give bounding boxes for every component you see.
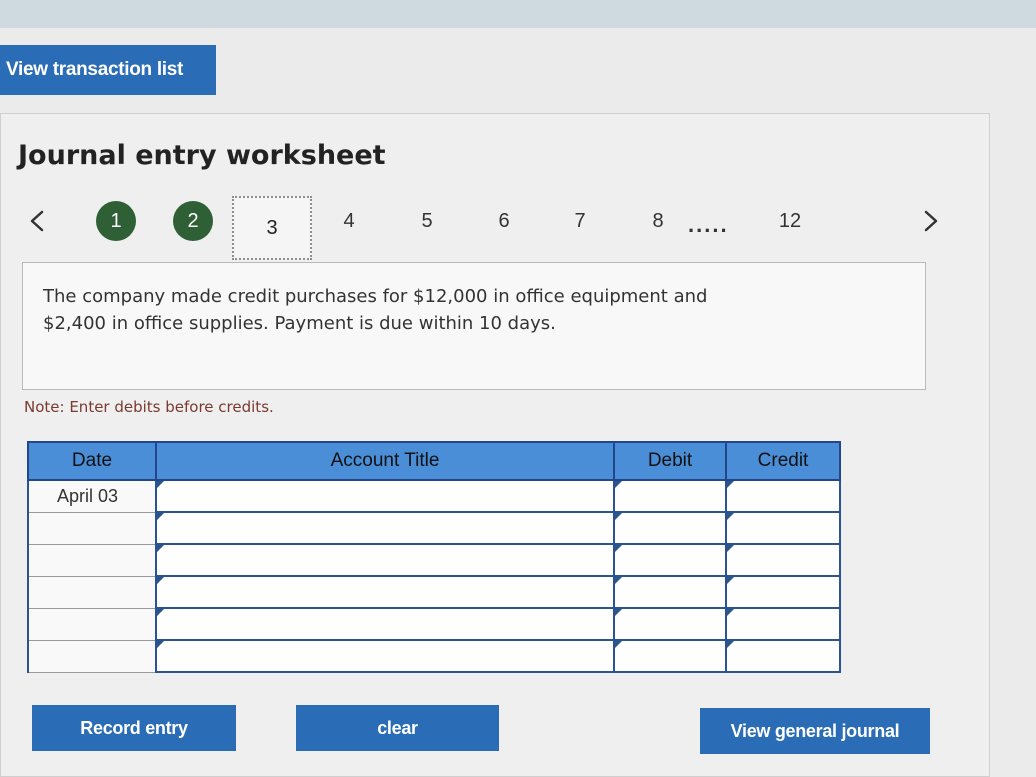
date-cell bbox=[27, 639, 157, 673]
debit-column-header: Debit bbox=[613, 441, 727, 481]
credit-input[interactable] bbox=[727, 609, 839, 639]
debit-input[interactable] bbox=[615, 545, 725, 575]
credit-input[interactable] bbox=[727, 545, 839, 575]
debit-input[interactable] bbox=[615, 481, 725, 511]
account-title-input[interactable] bbox=[157, 481, 613, 511]
clear-button[interactable]: clear bbox=[296, 705, 499, 751]
debit-cell[interactable] bbox=[613, 575, 727, 609]
transaction-description: The company made credit purchases for $1… bbox=[22, 262, 926, 390]
prev-step-button[interactable] bbox=[14, 198, 54, 244]
debit-cell[interactable] bbox=[613, 479, 727, 513]
step-12[interactable]: 12 bbox=[770, 201, 810, 241]
transaction-text-line-2: $2,400 in office supplies. Payment is du… bbox=[43, 313, 556, 334]
account-title-input[interactable] bbox=[157, 513, 613, 543]
chevron-left-icon bbox=[30, 210, 44, 232]
account-title-cell[interactable] bbox=[155, 479, 615, 513]
table-row bbox=[27, 511, 841, 545]
table-row bbox=[27, 575, 841, 609]
account-title-cell[interactable] bbox=[155, 575, 615, 609]
view-transaction-list-button[interactable]: View transaction list bbox=[0, 45, 216, 95]
date-cell bbox=[27, 607, 157, 641]
step-3-current[interactable]: 3 bbox=[232, 196, 312, 260]
debit-input[interactable] bbox=[615, 513, 725, 543]
credit-cell[interactable] bbox=[725, 575, 841, 609]
date-cell bbox=[27, 543, 157, 577]
step-7[interactable]: 7 bbox=[560, 201, 600, 241]
date-cell bbox=[27, 511, 157, 545]
date-cell bbox=[27, 575, 157, 609]
chevron-right-icon bbox=[924, 210, 938, 232]
debit-input[interactable] bbox=[615, 577, 725, 607]
debit-cell[interactable] bbox=[613, 607, 727, 641]
credit-cell[interactable] bbox=[725, 479, 841, 513]
step-1[interactable]: 1 bbox=[96, 201, 136, 241]
debit-input[interactable] bbox=[615, 641, 725, 671]
account-title-cell[interactable] bbox=[155, 511, 615, 545]
table-header-row: Date Account Title Debit Credit bbox=[27, 441, 841, 481]
step-6[interactable]: 6 bbox=[484, 201, 524, 241]
debit-cell[interactable] bbox=[613, 639, 727, 673]
entry-note: Note: Enter debits before credits. bbox=[24, 398, 274, 416]
step-ellipsis: ..... bbox=[688, 212, 729, 237]
next-step-button[interactable] bbox=[912, 198, 952, 244]
date-cell: April 03 bbox=[27, 479, 157, 513]
account-title-cell[interactable] bbox=[155, 607, 615, 641]
account-title-cell[interactable] bbox=[155, 543, 615, 577]
browser-top-strip bbox=[0, 0, 1036, 28]
account-title-cell[interactable] bbox=[155, 639, 615, 673]
worksheet-title: Journal entry worksheet bbox=[18, 140, 386, 171]
table-row bbox=[27, 639, 841, 673]
step-4[interactable]: 4 bbox=[329, 201, 369, 241]
credit-input[interactable] bbox=[727, 481, 839, 511]
debit-input[interactable] bbox=[615, 609, 725, 639]
table-row bbox=[27, 607, 841, 641]
date-column-header: Date bbox=[27, 441, 157, 481]
credit-cell[interactable] bbox=[725, 639, 841, 673]
credit-cell[interactable] bbox=[725, 607, 841, 641]
account-title-input[interactable] bbox=[157, 641, 613, 671]
step-8[interactable]: 8 bbox=[638, 201, 678, 241]
table-row: April 03 bbox=[27, 479, 841, 513]
credit-column-header: Credit bbox=[725, 441, 841, 481]
account-title-column-header: Account Title bbox=[155, 441, 615, 481]
credit-cell[interactable] bbox=[725, 543, 841, 577]
record-entry-button[interactable]: Record entry bbox=[32, 705, 236, 751]
account-title-input[interactable] bbox=[157, 545, 613, 575]
step-5[interactable]: 5 bbox=[407, 201, 447, 241]
view-general-journal-button[interactable]: View general journal bbox=[700, 708, 930, 754]
account-title-input[interactable] bbox=[157, 577, 613, 607]
credit-input[interactable] bbox=[727, 641, 839, 671]
credit-cell[interactable] bbox=[725, 511, 841, 545]
credit-input[interactable] bbox=[727, 513, 839, 543]
debit-cell[interactable] bbox=[613, 511, 727, 545]
account-title-input[interactable] bbox=[157, 609, 613, 639]
debit-cell[interactable] bbox=[613, 543, 727, 577]
transaction-text-line-1: The company made credit purchases for $1… bbox=[43, 286, 708, 307]
journal-entry-table: Date Account Title Debit Credit April 03 bbox=[27, 441, 841, 673]
table-row bbox=[27, 543, 841, 577]
credit-input[interactable] bbox=[727, 577, 839, 607]
step-2[interactable]: 2 bbox=[173, 201, 213, 241]
